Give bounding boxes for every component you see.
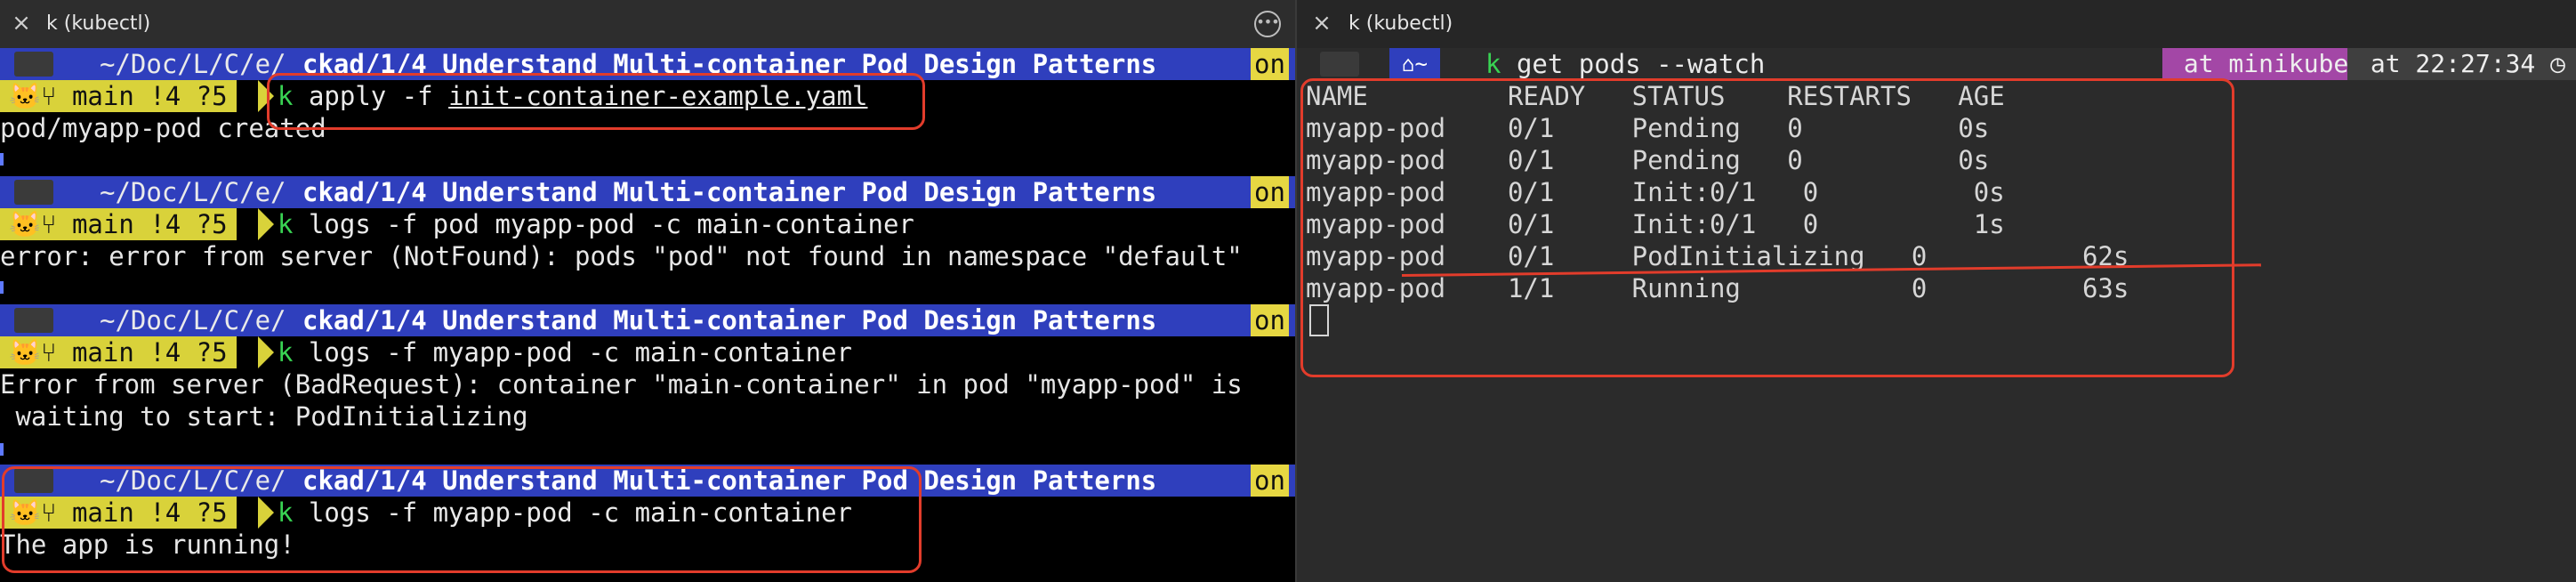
prompt-path-line: ~/Doc/L/C/e/ ckad/1/4 Understand Multi-c… — [0, 176, 1295, 208]
right-tab-title: k (kubectl) — [1348, 12, 1453, 35]
right-terminal-pane[interactable]: × k (kubectl) ⌂~ k get pods --watch ✔ at… — [1297, 0, 2576, 582]
git-status-segment: 🐱⑂ main !4 ?5 — [0, 336, 237, 368]
watch-prompt-line: ⌂~ k get pods --watch ✔ at minikube ⎈ at… — [1297, 48, 2576, 80]
command-text: logs -f myapp-pod -c main-container — [308, 337, 853, 368]
prompt-on-label: on — [1251, 465, 1289, 497]
left-tab-titlebar: × k (kubectl) ••• — [0, 0, 1295, 48]
prompt-path-line: ~/Doc/L/C/e/ ckad/1/4 Understand Multi-c… — [0, 304, 1295, 336]
folder-path-current: ckad/1/4 Understand Multi-container Pod … — [302, 305, 1157, 335]
command-text: get pods --watch — [1516, 49, 1766, 79]
segment-arrow — [1220, 48, 1238, 80]
output-line: waiting to start: PodInitializing — [0, 401, 528, 432]
apple-icon — [14, 180, 53, 205]
apple-icon — [14, 308, 53, 333]
left-terminal-pane[interactable]: × k (kubectl) ••• ~/Doc/L/C/e/ ckad/1/4 … — [0, 0, 1295, 582]
prompt-marker — [0, 281, 9, 294]
prompt-k: k — [278, 337, 294, 368]
prompt-on-label: on — [1251, 48, 1289, 80]
git-status: main !4 ?5 — [71, 337, 228, 368]
segment-arrow — [1220, 465, 1238, 497]
git-status-segment: 🐱⑂ main !4 ?5 — [0, 80, 237, 112]
left-tab-title: k (kubectl) — [46, 12, 151, 35]
annotation-box — [1300, 78, 2234, 377]
close-icon[interactable]: × — [1309, 11, 1334, 36]
command-line: 🐱⑂ main !4 ?5 k logs -f pod myapp-pod -c… — [0, 208, 1295, 240]
close-icon[interactable]: × — [9, 11, 34, 36]
segment-arrow — [1220, 176, 1238, 208]
segment-arrow — [1220, 304, 1238, 336]
folder-path-dim: ~/Doc/L/C/e/ — [100, 177, 286, 207]
annotation-box — [267, 73, 925, 130]
prompt-on-label: on — [1251, 304, 1289, 336]
prompt-marker — [0, 153, 9, 166]
ellipsis-icon[interactable]: ••• — [1254, 11, 1281, 37]
git-status-segment: 🐱⑂ main !4 ?5 — [0, 208, 237, 240]
output-line: error: error from server (NotFound): pod… — [0, 241, 1243, 271]
apple-icon — [1320, 52, 1359, 77]
prompt-k: k — [278, 209, 294, 239]
apple-icon — [14, 52, 53, 77]
segment-arrow — [258, 336, 274, 368]
git-status: main !4 ?5 — [71, 81, 228, 111]
command-text: logs -f pod myapp-pod -c main-container — [308, 209, 914, 239]
prompt-on-label: on — [1251, 176, 1289, 208]
segment-arrow — [258, 208, 274, 240]
output-line: Error from server (BadRequest): containe… — [0, 369, 1243, 400]
command-line: 🐱⑂ main !4 ?5 k logs -f myapp-pod -c mai… — [0, 336, 1295, 368]
home-icon: ⌂~ — [1389, 48, 1440, 80]
prompt-marker — [0, 443, 9, 456]
right-tab-titlebar: × k (kubectl) — [1297, 0, 2576, 48]
git-status: main !4 ?5 — [71, 209, 228, 239]
prompt-k: k — [1485, 49, 1501, 79]
clock-segment: at 22:27:34 ◷ — [2347, 48, 2576, 80]
home-path: ~ — [1414, 52, 1428, 77]
folder-path-current: ckad/1/4 Understand Multi-container Pod … — [302, 177, 1157, 207]
prompt-time: at 22:27:34 — [2370, 49, 2536, 78]
annotation-box — [2, 466, 922, 573]
folder-path-dim: ~/Doc/L/C/e/ — [100, 49, 286, 79]
folder-path-dim: ~/Doc/L/C/e/ — [100, 305, 286, 335]
kube-context-label: at minikube — [2183, 49, 2349, 78]
